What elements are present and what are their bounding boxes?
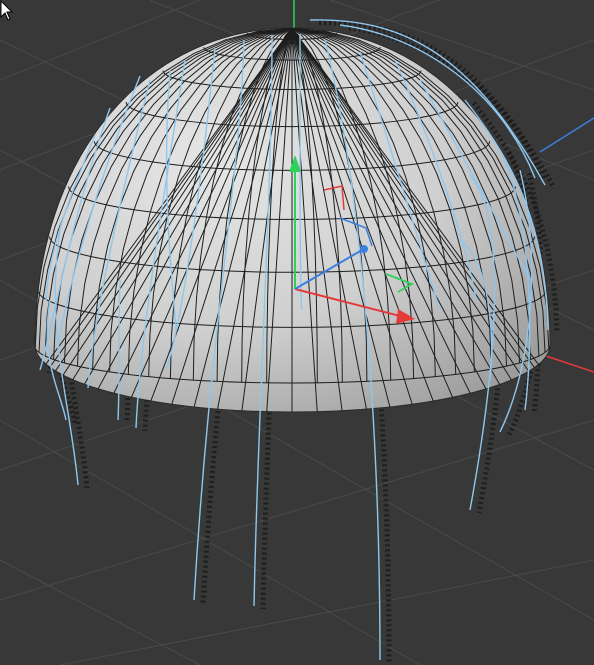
grid-line: [0, 419, 594, 601]
gizmo-z-handle[interactable]: [360, 245, 368, 253]
3d-viewport[interactable]: [0, 0, 594, 665]
hemisphere-object[interactable]: [34, 27, 551, 415]
grid-line: [0, 559, 201, 665]
world-z-axis: [539, 117, 594, 153]
arrow-pointer-icon: [0, 0, 14, 21]
grid-line: [0, 419, 421, 665]
grid-line: [59, 559, 594, 665]
viewport-scene[interactable]: [0, 0, 594, 665]
